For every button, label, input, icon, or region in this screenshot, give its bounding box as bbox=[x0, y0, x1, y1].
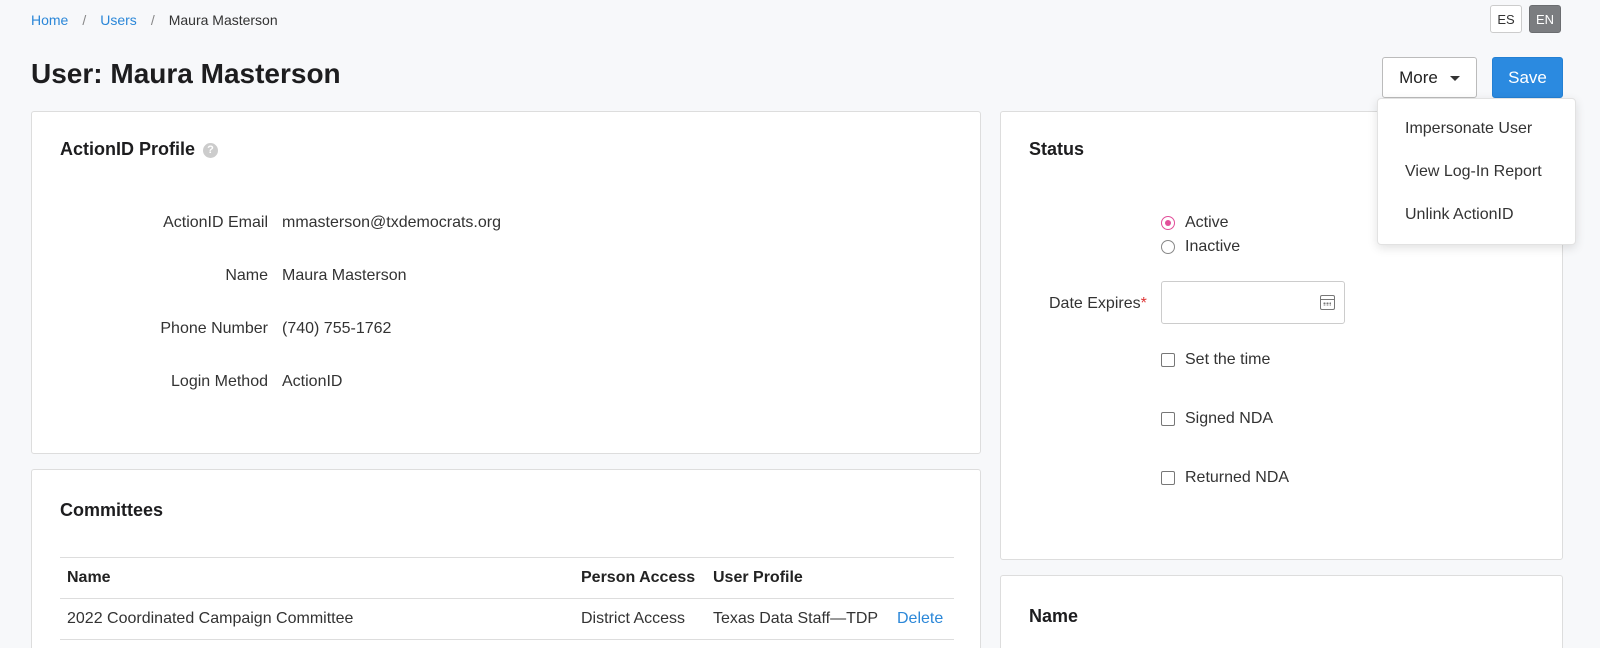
table-row: 2022 Coordinated Campaign Committee Dist… bbox=[60, 598, 954, 640]
column-header-person-access: Person Access bbox=[574, 557, 706, 599]
radio-active[interactable]: Active bbox=[1161, 214, 1229, 232]
calendar-icon[interactable] bbox=[1320, 295, 1335, 310]
checkbox-label: Signed NDA bbox=[1185, 410, 1274, 427]
save-button[interactable]: Save bbox=[1492, 57, 1563, 98]
breadcrumb: Home / Users / Maura Masterson bbox=[31, 12, 278, 28]
field-value: Maura Masterson bbox=[282, 267, 407, 284]
required-marker: * bbox=[1140, 295, 1147, 312]
field-label: ActionID Email bbox=[163, 214, 268, 231]
breadcrumb-separator: / bbox=[82, 12, 87, 28]
date-expires-label-text: Date Expires bbox=[1049, 295, 1141, 312]
actionid-profile-title: ActionID Profile? bbox=[60, 139, 219, 160]
date-expires-input[interactable] bbox=[1161, 281, 1345, 324]
language-en-button[interactable]: EN bbox=[1529, 5, 1561, 33]
more-button[interactable]: More bbox=[1382, 57, 1477, 98]
breadcrumb-separator: / bbox=[150, 12, 155, 28]
radio-active-label: Active bbox=[1185, 214, 1229, 231]
radio-active-indicator[interactable] bbox=[1161, 216, 1175, 230]
page-title: User: Maura Masterson bbox=[31, 58, 341, 89]
checkbox-label: Set the time bbox=[1185, 351, 1271, 368]
field-value: mmasterson@txdemocrats.org bbox=[282, 214, 501, 231]
name-card: Name bbox=[1000, 575, 1563, 648]
field-label: Phone Number bbox=[160, 320, 268, 337]
checkbox-label: Returned NDA bbox=[1185, 469, 1290, 486]
field-login-method: Login Method ActionID bbox=[32, 373, 342, 391]
cell-committee-name: 2022 Coordinated Campaign Committee bbox=[60, 598, 574, 640]
radio-inactive[interactable]: Inactive bbox=[1161, 238, 1240, 256]
radio-inactive-label: Inactive bbox=[1185, 238, 1241, 255]
checkbox-set-the-time[interactable]: Set the time bbox=[1161, 351, 1270, 369]
committees-card: Committees Name Person Access User Profi… bbox=[31, 469, 981, 648]
delete-link[interactable]: Delete bbox=[890, 598, 954, 640]
help-icon[interactable]: ? bbox=[203, 142, 219, 158]
breadcrumb-home-link[interactable]: Home bbox=[31, 12, 68, 28]
column-header-actions bbox=[890, 557, 954, 599]
checkbox-box[interactable] bbox=[1161, 471, 1175, 485]
status-title: Status bbox=[1029, 139, 1085, 159]
menu-item-unlink-actionid[interactable]: Unlink ActionID bbox=[1405, 206, 1514, 224]
checkbox-box[interactable] bbox=[1161, 412, 1175, 426]
radio-inactive-indicator[interactable] bbox=[1161, 240, 1175, 254]
more-button-label: More bbox=[1399, 67, 1438, 87]
field-label: Login Method bbox=[171, 373, 268, 390]
cell-person-access: District Access bbox=[574, 598, 706, 640]
field-name: Name Maura Masterson bbox=[32, 267, 407, 285]
field-phone-number: Phone Number (740) 755-1762 bbox=[32, 320, 391, 338]
field-value: ActionID bbox=[282, 373, 343, 390]
field-label: Name bbox=[225, 267, 268, 284]
actionid-profile-card: ActionID Profile? ActionID Email mmaster… bbox=[31, 111, 981, 454]
menu-item-impersonate-user[interactable]: Impersonate User bbox=[1405, 120, 1532, 138]
caret-down-icon bbox=[1449, 76, 1460, 81]
checkbox-box[interactable] bbox=[1161, 353, 1175, 367]
more-dropdown-menu: Impersonate User View Log-In Report Unli… bbox=[1377, 98, 1576, 245]
field-value: (740) 755-1762 bbox=[282, 320, 392, 337]
actionid-profile-title-text: ActionID Profile bbox=[60, 139, 196, 159]
checkbox-returned-nda[interactable]: Returned NDA bbox=[1161, 469, 1289, 487]
column-header-user-profile: User Profile bbox=[706, 557, 890, 599]
breadcrumb-current: Maura Masterson bbox=[168, 12, 278, 28]
column-header-name: Name bbox=[60, 557, 574, 599]
checkbox-signed-nda[interactable]: Signed NDA bbox=[1161, 410, 1273, 428]
field-actionid-email: ActionID Email mmasterson@txdemocrats.or… bbox=[32, 214, 501, 232]
language-es-button[interactable]: ES bbox=[1490, 5, 1522, 33]
menu-item-view-login-report[interactable]: View Log-In Report bbox=[1405, 163, 1542, 181]
committees-title: Committees bbox=[60, 500, 164, 520]
table-header-row: Name Person Access User Profile bbox=[60, 557, 954, 599]
cell-user-profile: Texas Data Staff—TDP bbox=[706, 598, 890, 640]
name-section-title: Name bbox=[1029, 606, 1079, 626]
committees-table: Name Person Access User Profile 2022 Coo… bbox=[60, 557, 954, 640]
date-expires-label: Date Expires* bbox=[1049, 295, 1147, 313]
breadcrumb-users-link[interactable]: Users bbox=[100, 12, 137, 28]
